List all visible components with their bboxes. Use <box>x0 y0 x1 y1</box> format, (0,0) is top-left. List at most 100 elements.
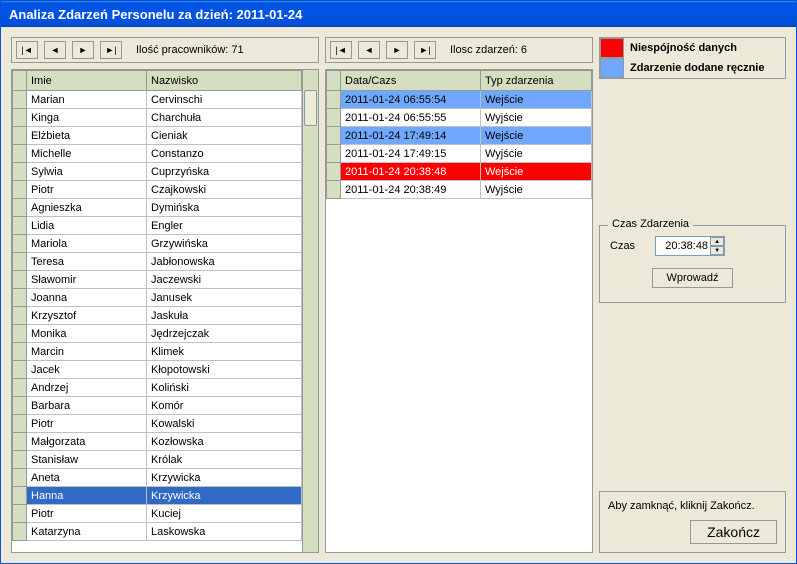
next-icon[interactable]: ► <box>72 41 94 59</box>
cell-last-name: Kozłowska <box>147 433 302 451</box>
cell-last-name: Engler <box>147 217 302 235</box>
row-header <box>13 469 27 487</box>
row-header <box>327 109 341 127</box>
row-header <box>13 253 27 271</box>
last-icon[interactable]: ►| <box>100 41 122 59</box>
cell-datetime: 2011-01-24 06:55:55 <box>341 109 481 127</box>
table-row[interactable]: MarcinKlimek <box>13 343 302 361</box>
col-datetime[interactable]: Data/Cazs <box>341 71 481 91</box>
cell-first-name: Elżbieta <box>27 127 147 145</box>
table-row[interactable]: MichelleConstanzo <box>13 145 302 163</box>
table-row[interactable]: MariolaGrzywińska <box>13 235 302 253</box>
table-row[interactable]: ElżbietaCieniak <box>13 127 302 145</box>
legend-manual: Zdarzenie dodane ręcznie <box>624 58 785 78</box>
cell-last-name: Klimek <box>147 343 302 361</box>
side-panel: Niespójność danych Zdarzenie dodane ręcz… <box>599 37 786 553</box>
cell-first-name: Barbara <box>27 397 147 415</box>
table-row[interactable]: 2011-01-24 06:55:55Wyjście <box>327 109 592 127</box>
table-row[interactable]: BarbaraKomór <box>13 397 302 415</box>
table-row[interactable]: HannaKrzywicka <box>13 487 302 505</box>
cell-last-name: Kowalski <box>147 415 302 433</box>
employees-grid[interactable]: Imie Nazwisko MarianCervinschiKingaCharc… <box>11 69 319 553</box>
group-title: Czas Zdarzenia <box>608 218 693 230</box>
cell-last-name: Krzywicka <box>147 487 302 505</box>
row-header <box>13 181 27 199</box>
cell-first-name: Hanna <box>27 487 147 505</box>
row-header <box>13 487 27 505</box>
table-row[interactable]: 2011-01-24 17:49:14Wejście <box>327 127 592 145</box>
first-icon[interactable]: |◄ <box>16 41 38 59</box>
table-row[interactable]: SylwiaCuprzyńska <box>13 163 302 181</box>
table-row[interactable]: LidiaEngler <box>13 217 302 235</box>
cell-datetime: 2011-01-24 17:49:14 <box>341 127 481 145</box>
table-row[interactable]: 2011-01-24 06:55:54Wejście <box>327 91 592 109</box>
table-row[interactable]: SławomirJaczewski <box>13 271 302 289</box>
cell-last-name: Komór <box>147 397 302 415</box>
cell-last-name: Kuciej <box>147 505 302 523</box>
apply-button[interactable]: Wprowadź <box>652 268 734 288</box>
cell-event-type: Wejście <box>481 163 592 181</box>
table-row[interactable]: 2011-01-24 20:38:49Wyjście <box>327 181 592 199</box>
cell-datetime: 2011-01-24 20:38:49 <box>341 181 481 199</box>
employees-nav: |◄ ◄ ► ►| Ilość pracowników: 71 <box>11 37 319 63</box>
legend-inconsistency: Niespójność danych <box>624 38 785 58</box>
row-header <box>13 109 27 127</box>
table-row[interactable]: JoannaJanusek <box>13 289 302 307</box>
cell-last-name: Kłopotowski <box>147 361 302 379</box>
table-row[interactable]: KingaCharchuła <box>13 109 302 127</box>
cell-last-name: Jędrzejczak <box>147 325 302 343</box>
col-last-name[interactable]: Nazwisko <box>147 71 302 91</box>
cell-event-type: Wyjście <box>481 145 592 163</box>
cell-last-name: Cuprzyńska <box>147 163 302 181</box>
table-row[interactable]: PiotrCzajkowski <box>13 181 302 199</box>
row-header <box>327 91 341 109</box>
table-row[interactable]: AnetaKrzywicka <box>13 469 302 487</box>
table-row[interactable]: 2011-01-24 17:49:15Wyjście <box>327 145 592 163</box>
row-header <box>13 199 27 217</box>
close-button[interactable]: Zakończ <box>690 520 777 544</box>
cell-first-name: Lidia <box>27 217 147 235</box>
cell-last-name: Jabłonowska <box>147 253 302 271</box>
row-header <box>13 343 27 361</box>
table-row[interactable]: MonikaJędrzejczak <box>13 325 302 343</box>
next-icon[interactable]: ► <box>386 41 408 59</box>
time-input[interactable] <box>656 237 710 255</box>
row-header <box>13 397 27 415</box>
table-row[interactable]: PiotrKuciej <box>13 505 302 523</box>
scrollbar-thumb[interactable] <box>304 90 317 126</box>
cell-first-name: Piotr <box>27 505 147 523</box>
events-count: Ilosc zdarzeń: 6 <box>450 44 527 56</box>
table-row[interactable]: 2011-01-24 20:38:48Wejście <box>327 163 592 181</box>
cell-first-name: Jacek <box>27 361 147 379</box>
events-grid[interactable]: Data/Cazs Typ zdarzenia 2011-01-24 06:55… <box>325 69 593 553</box>
prev-icon[interactable]: ◄ <box>44 41 66 59</box>
row-header <box>13 91 27 109</box>
first-icon[interactable]: |◄ <box>330 41 352 59</box>
swatch-blue <box>600 58 624 78</box>
table-row[interactable]: KatarzynaLaskowska <box>13 523 302 541</box>
last-icon[interactable]: ►| <box>414 41 436 59</box>
table-row[interactable]: PiotrKowalski <box>13 415 302 433</box>
table-row[interactable]: KrzysztofJaskuła <box>13 307 302 325</box>
table-row[interactable]: AndrzejKoliński <box>13 379 302 397</box>
table-row[interactable]: AgnieszkaDymińska <box>13 199 302 217</box>
table-row[interactable]: MarianCervinschi <box>13 91 302 109</box>
employees-scrollbar[interactable] <box>302 70 318 552</box>
table-row[interactable]: StanisławKrólak <box>13 451 302 469</box>
col-event-type[interactable]: Typ zdarzenia <box>481 71 592 91</box>
col-first-name[interactable]: Imie <box>27 71 147 91</box>
table-row[interactable]: MałgorzataKozłowska <box>13 433 302 451</box>
cell-first-name: Andrzej <box>27 379 147 397</box>
table-row[interactable]: TeresaJabłonowska <box>13 253 302 271</box>
cell-last-name: Jaczewski <box>147 271 302 289</box>
cell-first-name: Krzysztof <box>27 307 147 325</box>
row-header <box>13 451 27 469</box>
spin-down-icon[interactable]: ▼ <box>710 246 724 255</box>
cell-last-name: Constanzo <box>147 145 302 163</box>
cell-last-name: Cieniak <box>147 127 302 145</box>
cell-first-name: Monika <box>27 325 147 343</box>
spin-up-icon[interactable]: ▲ <box>710 237 724 246</box>
table-row[interactable]: JacekKłopotowski <box>13 361 302 379</box>
row-header <box>13 163 27 181</box>
prev-icon[interactable]: ◄ <box>358 41 380 59</box>
